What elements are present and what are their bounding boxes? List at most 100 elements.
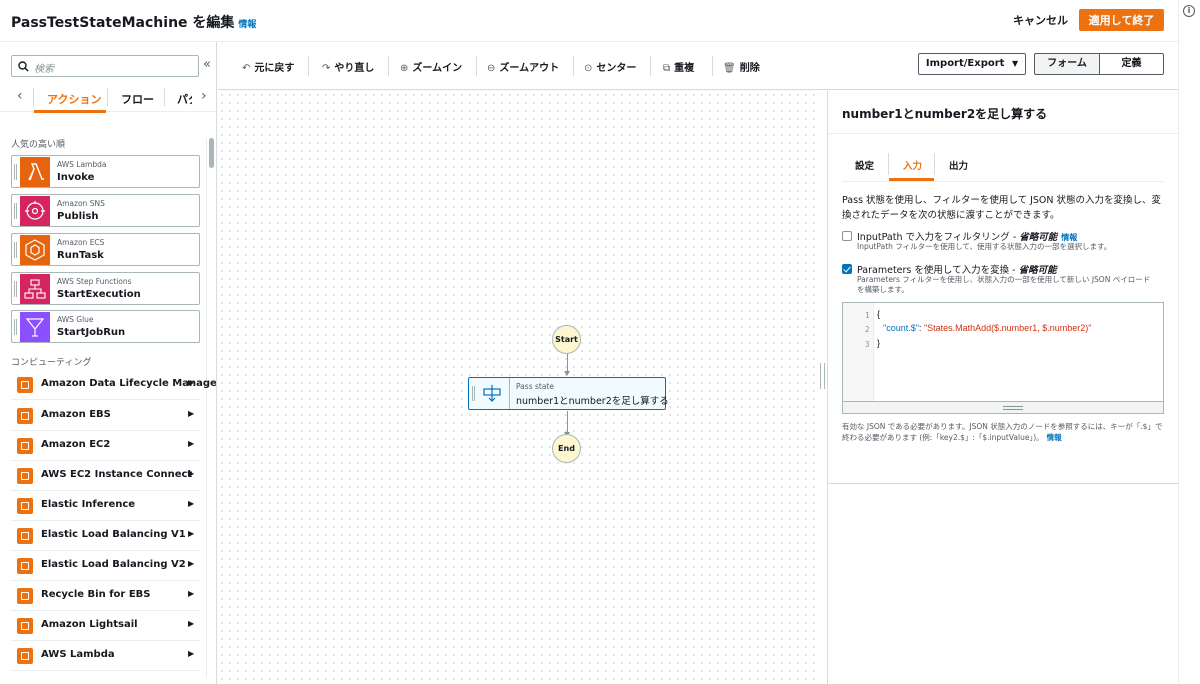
tab-divider	[934, 153, 935, 175]
service-item-data-lifecycle-manager[interactable]: Amazon Data Lifecycle Manager ▶	[11, 370, 216, 400]
toolbar-divider	[712, 56, 713, 76]
section-popular: 人気の高い順	[11, 140, 66, 150]
service-icon	[17, 558, 33, 574]
card-service: Amazon SNS	[57, 199, 105, 208]
expand-arrow-icon[interactable]: ▶	[188, 649, 194, 658]
drag-handle[interactable]	[14, 281, 17, 297]
drag-handle[interactable]	[14, 319, 17, 335]
search-input[interactable]: 検索	[11, 55, 199, 77]
service-item-lambda[interactable]: AWS Lambda ▶	[11, 641, 200, 671]
card-action: Invoke	[57, 172, 95, 183]
center-icon: ⊙	[584, 63, 593, 74]
parameters-checkbox[interactable]	[842, 264, 852, 274]
info-icon[interactable]: i	[1183, 5, 1195, 17]
zoom-out-icon: ⊖	[487, 63, 496, 74]
cancel-button[interactable]: キャンセル	[1003, 10, 1078, 32]
scrollbar-thumb[interactable]	[209, 138, 214, 168]
collapse-panel-icon[interactable]: «	[203, 58, 211, 71]
service-item-ebs[interactable]: Amazon EBS ▶	[11, 401, 200, 431]
action-card-sns-publish[interactable]: Amazon SNS Publish	[11, 194, 200, 227]
service-item-ec2-instance-connect[interactable]: AWS EC2 Instance Connect ▶	[11, 461, 200, 491]
zoom-out-button[interactable]: ⊖ ズームアウト	[487, 59, 559, 74]
definition-toggle-button[interactable]: 定義	[1099, 53, 1164, 75]
service-label: AWS EC2 Instance Connect	[41, 469, 193, 480]
action-card-glue-startjobrun[interactable]: AWS Glue StartJobRun	[11, 310, 200, 343]
toolbar-divider	[650, 56, 651, 76]
inputpath-checkbox[interactable]	[842, 231, 852, 241]
chevron-left-icon[interactable]: ‹	[17, 88, 23, 104]
expand-arrow-icon[interactable]: ▶	[188, 589, 194, 598]
tab-patterns[interactable]: パタ	[177, 91, 192, 107]
card-service: AWS Step Functions	[57, 277, 132, 286]
expand-arrow-icon[interactable]: ▶	[188, 619, 194, 628]
zoom-in-button[interactable]: ⊕ ズームイン	[400, 59, 462, 74]
expand-arrow-icon[interactable]: ▶	[188, 409, 194, 418]
panel-resize-handle[interactable]	[820, 363, 825, 389]
card-service: Amazon ECS	[57, 238, 105, 247]
action-card-stepfunctions-startexecution[interactable]: AWS Step Functions StartExecution	[11, 272, 200, 305]
undo-button[interactable]: ↶ 元に戻す	[242, 59, 294, 74]
tab-input[interactable]: 入力	[903, 158, 922, 172]
pass-state-node[interactable]: Pass state number1とnumber2を足し算する	[468, 377, 669, 410]
page-title: PassTestStateMachine を編集 情報	[11, 12, 256, 32]
action-card-ecs-runtask[interactable]: Amazon ECS RunTask	[11, 233, 200, 266]
tab-config[interactable]: 設定	[855, 158, 874, 172]
service-item-recycle-bin[interactable]: Recycle Bin for EBS ▶	[11, 581, 200, 611]
expand-arrow-icon[interactable]: ▶	[188, 499, 194, 508]
center-button[interactable]: ⊙ センター	[584, 59, 636, 74]
start-node[interactable]: Start	[552, 325, 581, 354]
drag-handle[interactable]	[14, 164, 17, 180]
service-item-elb-v2[interactable]: Elastic Load Balancing V2 ▶	[11, 551, 200, 581]
help-text: 有効な JSON である必要があります。JSON 状態入力のノードを参照するには…	[842, 422, 1163, 442]
service-item-elb-v1[interactable]: Elastic Load Balancing V1 ▶	[11, 521, 200, 551]
parameters-json-editor[interactable]: 1 2 3 { "count.$": "States.MathAdd($.num…	[842, 302, 1164, 414]
zoom-in-label: ズームイン	[412, 63, 463, 74]
drag-handle[interactable]	[14, 242, 17, 258]
duplicate-icon: ⧉	[663, 63, 671, 74]
glue-icon	[20, 312, 50, 342]
expand-arrow-icon[interactable]: ▶	[188, 559, 194, 568]
ecs-icon	[20, 235, 50, 265]
expand-arrow-icon[interactable]: ▶	[188, 439, 194, 448]
service-icon	[17, 648, 33, 664]
service-icon	[17, 618, 33, 634]
end-node[interactable]: End	[552, 434, 581, 463]
service-item-lightsail[interactable]: Amazon Lightsail ▶	[11, 611, 200, 641]
toolbar-divider	[308, 56, 309, 76]
form-toggle-button[interactable]: フォーム	[1034, 53, 1100, 75]
help-info-link[interactable]: 情報	[1047, 433, 1062, 442]
service-item-elastic-inference[interactable]: Elastic Inference ▶	[11, 491, 200, 521]
tab-output[interactable]: 出力	[949, 158, 968, 172]
drag-handle[interactable]	[14, 203, 17, 219]
line-number: 3	[865, 340, 870, 349]
info-link[interactable]: 情報	[238, 20, 256, 30]
editor-resize-bar[interactable]	[843, 401, 1163, 413]
delete-button[interactable]: 🗑 削除	[723, 59, 760, 74]
expand-arrow-icon[interactable]: ▶	[188, 529, 194, 538]
expand-arrow-icon[interactable]: ▶	[188, 378, 194, 387]
redo-label: やり直し	[334, 63, 375, 74]
sns-icon	[20, 196, 50, 226]
action-card-lambda-invoke[interactable]: AWS Lambda Invoke	[11, 155, 200, 188]
chevron-right-icon[interactable]: ›	[201, 88, 207, 104]
tab-actions[interactable]: アクション	[47, 91, 101, 107]
scrollbar-track[interactable]	[206, 138, 207, 678]
help-panel-strip: i	[1178, 0, 1200, 684]
redo-button[interactable]: ↷ やり直し	[322, 59, 374, 74]
card-action: RunTask	[57, 250, 104, 261]
expand-arrow-icon[interactable]: ▶	[188, 469, 194, 478]
tab-flow[interactable]: フロー	[121, 91, 154, 107]
search-placeholder: 検索	[34, 64, 54, 75]
duplicate-button[interactable]: ⧉ 重複	[663, 59, 694, 74]
import-export-dropdown[interactable]: Import/Export ▼	[918, 53, 1026, 75]
toolbar-divider	[573, 56, 574, 76]
parameters-description: Parameters フィルターを使用し、状態入力の一部を使用して新しい JSO…	[857, 275, 1151, 294]
apply-and-exit-button[interactable]: 適用して終了	[1079, 9, 1164, 31]
code-line: }	[877, 338, 881, 348]
divider	[828, 133, 1179, 134]
service-item-ec2[interactable]: Amazon EC2 ▶	[11, 431, 200, 461]
state-divider	[509, 378, 510, 409]
inputpath-info-link[interactable]: 情報	[1061, 233, 1077, 242]
service-icon	[17, 438, 33, 454]
drag-handle[interactable]	[472, 386, 475, 401]
